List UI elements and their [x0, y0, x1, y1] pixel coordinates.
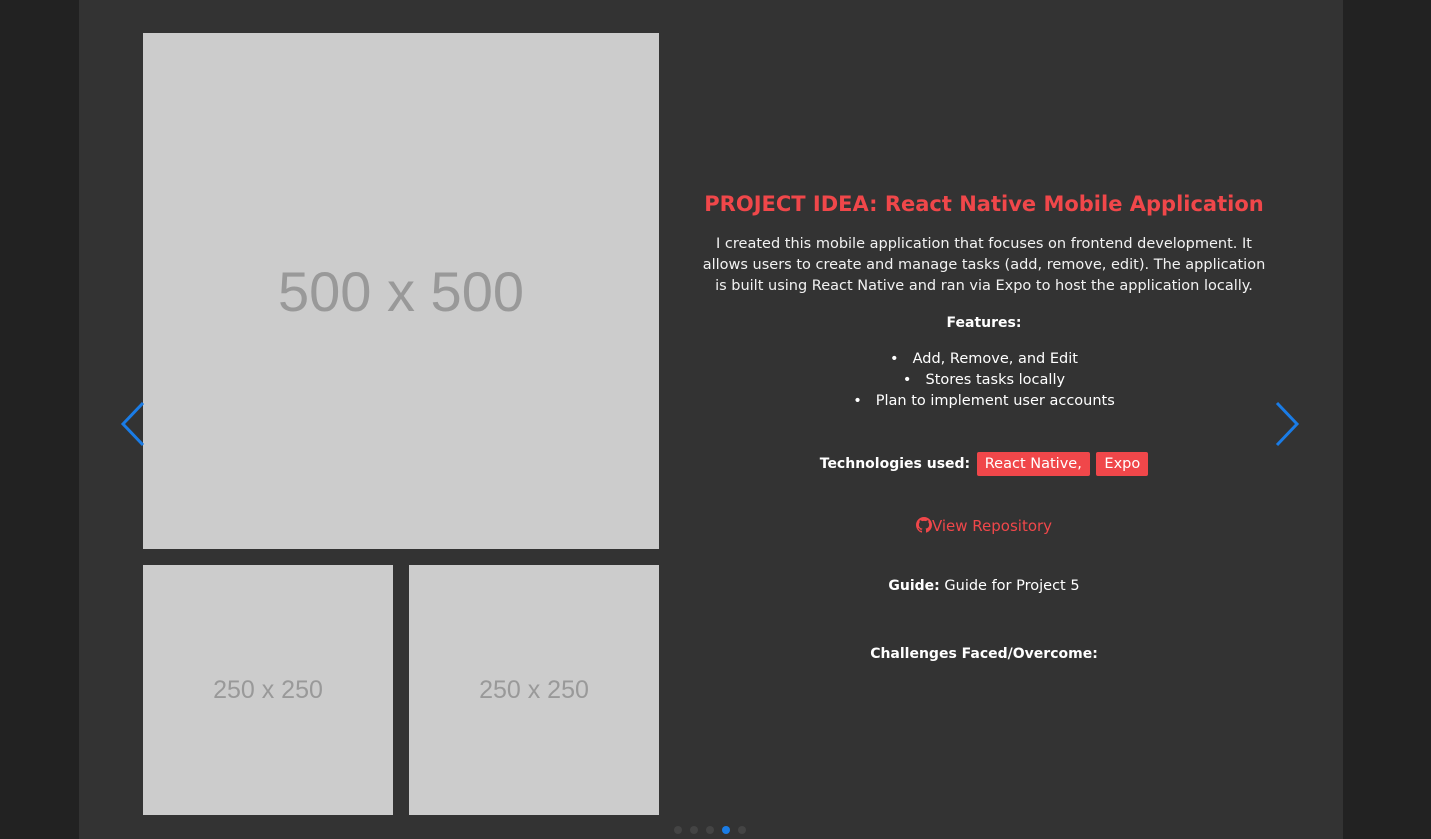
feature-item: Add, Remove, and Edit [689, 349, 1279, 370]
carousel-indicators [674, 826, 746, 834]
features-heading: Features: [946, 315, 1022, 331]
project-title: PROJECT IDEA: React Native Mobile Applic… [704, 192, 1264, 216]
view-repository-link[interactable]: View Repository [915, 517, 1053, 535]
project-description: I created this mobile application that f… [702, 236, 1266, 294]
guide-value: Guide for Project 5 [944, 578, 1080, 594]
carousel-dot-1[interactable] [674, 826, 682, 834]
project-info: PROJECT IDEA: React Native Mobile Applic… [689, 190, 1279, 664]
thumbnail-image-2: 250 x 250 [409, 565, 659, 815]
carousel-dot-2[interactable] [690, 826, 698, 834]
project-carousel: 500 x 500 250 x 250 250 x 250 PROJECT ID… [79, 0, 1343, 839]
main-image-label: 500 x 500 [278, 259, 524, 323]
guide-label: Guide: [888, 578, 940, 594]
view-repository-label: View Repository [931, 517, 1053, 535]
technologies-row: Technologies used: React Native, Expo [689, 452, 1279, 476]
tech-badge-expo: Expo [1096, 452, 1149, 476]
previous-slide-button[interactable] [119, 401, 149, 447]
feature-item: Stores tasks locally [689, 370, 1279, 391]
guide-row: Guide: Guide for Project 5 [689, 576, 1279, 596]
features-list: Add, Remove, and Edit Stores tasks local… [689, 349, 1279, 412]
carousel-dot-3[interactable] [706, 826, 714, 834]
repository-row: View Repository [689, 514, 1279, 538]
tech-badge-react-native: React Native, [976, 452, 1090, 476]
challenges-heading: Challenges Faced/Overcome: [870, 646, 1098, 662]
carousel-dot-5[interactable] [738, 826, 746, 834]
thumbnail-1-label: 250 x 250 [213, 675, 323, 704]
github-icon [915, 517, 932, 533]
thumbnail-2-label: 250 x 250 [479, 675, 589, 704]
thumbnail-image-1: 250 x 250 [143, 565, 393, 815]
main-image: 500 x 500 [143, 33, 659, 549]
technologies-label: Technologies used: [819, 456, 971, 472]
feature-item: Plan to implement user accounts [689, 391, 1279, 412]
chevron-left-icon [120, 401, 145, 447]
carousel-dot-4[interactable] [722, 826, 730, 834]
